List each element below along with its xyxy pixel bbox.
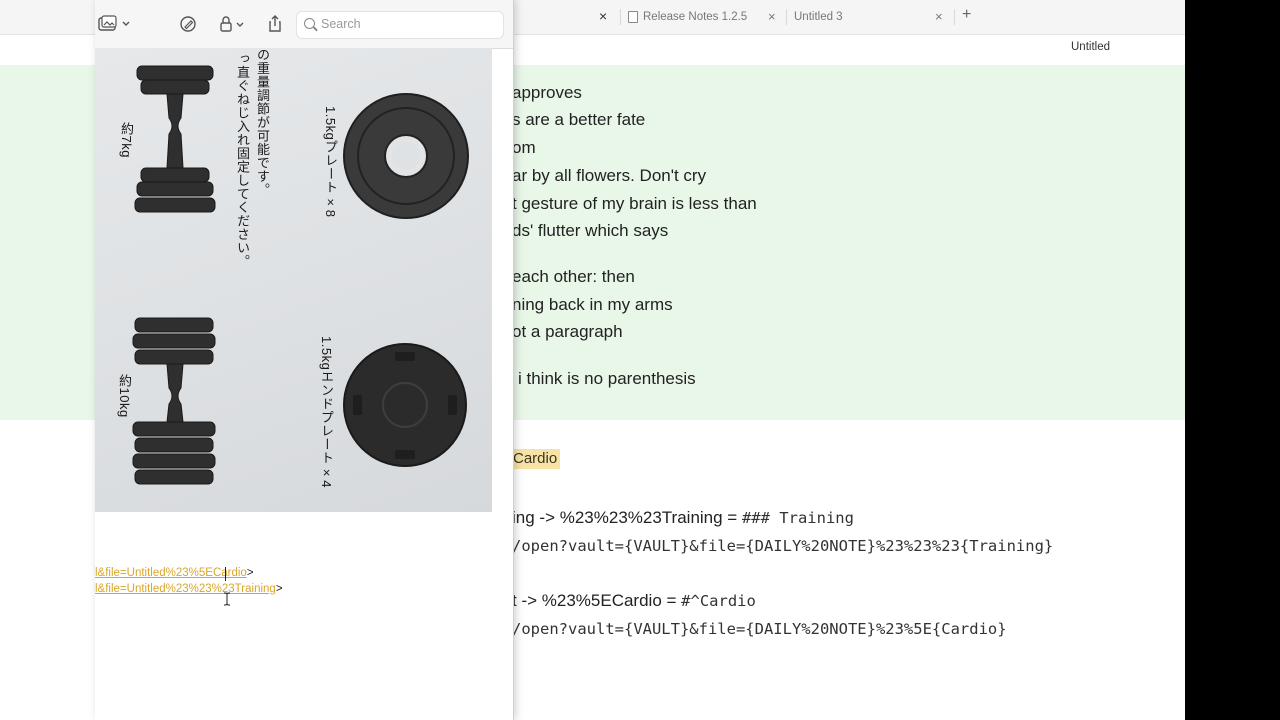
search-field[interactable] bbox=[296, 11, 504, 39]
tab-label: Untitled 3 bbox=[794, 11, 843, 23]
inline-code: ### Training bbox=[741, 509, 854, 527]
link-line: l&file=Untitled%23%23%23Training> bbox=[95, 583, 283, 595]
link-suffix: > bbox=[246, 567, 254, 579]
link-suffix: > bbox=[275, 583, 283, 595]
document-icon bbox=[628, 11, 638, 23]
weight-label: 約7kg bbox=[119, 122, 134, 158]
obsidian-link-training[interactable]: l&file=Untitled%23%23%23Training bbox=[95, 583, 276, 595]
text-line[interactable]: ds' flutter which says bbox=[512, 221, 668, 241]
tab-release-notes[interactable]: Release Notes 1.2.5 × bbox=[628, 0, 788, 34]
code-line[interactable]: /open?vault={VAULT}&file={DAILY%20NOTE}%… bbox=[512, 537, 1053, 555]
text-cursor bbox=[225, 567, 226, 581]
lock-menu-icon[interactable] bbox=[217, 14, 247, 34]
text-line[interactable]: approves bbox=[512, 83, 582, 103]
text-line[interactable]: om bbox=[512, 138, 536, 158]
tab-separator bbox=[954, 9, 955, 25]
text-line[interactable]: t gesture of my brain is less than bbox=[512, 194, 757, 214]
text-line[interactable]: each other: then bbox=[512, 267, 635, 287]
text-line[interactable]: t -> %23%5ECardio = #^Cardio bbox=[512, 591, 756, 611]
text-line[interactable]: ot a paragraph bbox=[512, 322, 623, 342]
new-tab-button[interactable]: + bbox=[962, 6, 971, 24]
search-input[interactable] bbox=[321, 12, 496, 36]
text-line[interactable]: ning back in my arms bbox=[512, 295, 673, 315]
share-icon[interactable] bbox=[265, 14, 285, 34]
end-plate-label: 1.5kgエンドプレート×4 bbox=[319, 336, 334, 489]
active-tab-close-icon[interactable]: × bbox=[599, 8, 607, 24]
text-line[interactable]: ar by all flowers. Don't cry bbox=[512, 166, 706, 186]
search-icon bbox=[304, 18, 315, 29]
code-line[interactable]: /open?vault={VAULT}&file={DAILY%20NOTE}%… bbox=[512, 620, 1007, 638]
cardio-tag[interactable]: Cardio bbox=[510, 449, 561, 469]
text-line[interactable]: s are a better fate bbox=[512, 110, 645, 130]
dumbbell-illustration bbox=[132, 65, 469, 485]
dumbbell-manual-photo: 1.5kgプレート×8 1.5kgエンドプレート×4 約7kg 約10kg の重… bbox=[95, 48, 492, 512]
image-view-menu-icon[interactable] bbox=[98, 14, 132, 34]
tab-untitled-3[interactable]: Untitled 3 × bbox=[794, 0, 954, 34]
tab-close-icon[interactable]: × bbox=[768, 9, 776, 24]
instruction-text: の重量調節が可能です。 bbox=[255, 48, 270, 197]
preview-window: 1.5kgプレート×8 1.5kgエンドプレート×4 約7kg 約10kg の重… bbox=[95, 0, 514, 720]
instruction-text: っ直ぐねじ入れ固定してください。 bbox=[235, 52, 250, 268]
plate-label: 1.5kgプレート×8 bbox=[323, 106, 338, 218]
weight-label: 約10kg bbox=[117, 374, 132, 418]
document-title: Untitled bbox=[1071, 41, 1110, 53]
tab-close-icon[interactable]: × bbox=[935, 9, 943, 24]
tab-label: Release Notes 1.2.5 bbox=[643, 11, 748, 23]
text-line[interactable]: ing -> %23%23%23Training = ### Training bbox=[512, 508, 854, 528]
code-prefix: t -> %23%5ECardio = bbox=[512, 591, 682, 610]
inline-code: #^Cardio bbox=[681, 592, 756, 610]
tab-separator bbox=[620, 9, 621, 25]
code-prefix: ing -> %23%23%23Training = bbox=[512, 508, 742, 527]
link-line: l&file=Untitled%23%5ECardio> bbox=[95, 567, 254, 579]
preview-toolbar bbox=[95, 0, 513, 49]
ibeam-cursor-icon bbox=[224, 592, 230, 606]
screen-margin bbox=[1185, 0, 1280, 720]
markup-pen-icon[interactable] bbox=[178, 14, 198, 34]
tab-separator bbox=[786, 9, 787, 25]
text-line[interactable]: i think is no parenthesis bbox=[518, 369, 696, 389]
